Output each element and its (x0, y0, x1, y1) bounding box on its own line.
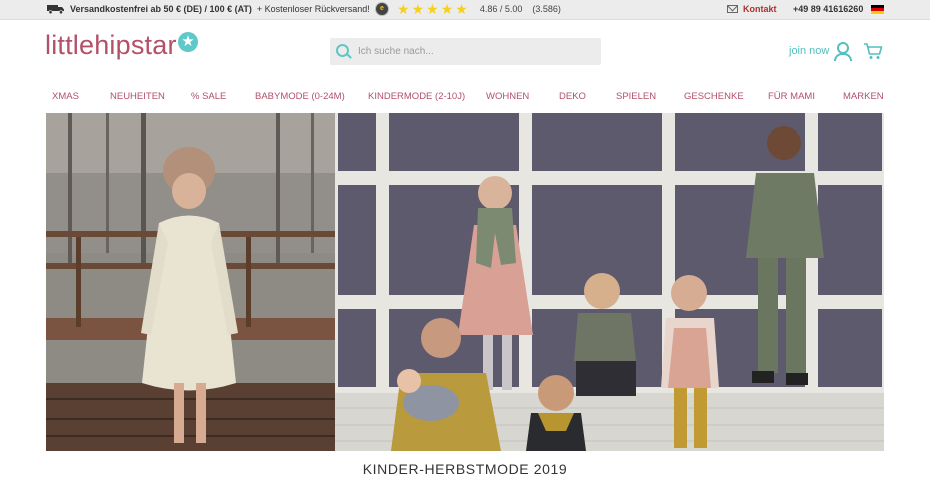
star-icon: ★ (411, 1, 425, 17)
shipping-free-text: Versandkostenfrei ab 50 € (DE) / 100 € (… (70, 4, 252, 14)
nav-item-kindermode[interactable]: KINDERMODE (2-10J) (368, 91, 465, 102)
nav-item-wohnen[interactable]: WOHNEN (486, 91, 529, 102)
star-icon: ★ (397, 1, 410, 17)
cart-icon[interactable] (863, 43, 883, 60)
flag-de-icon[interactable] (871, 5, 884, 14)
phone-number[interactable]: +49 89 41616260 (793, 4, 863, 14)
shop-rating[interactable]: e ★ ★ ★ ★ ★ 4.86 / 5.00 (3.586) (375, 2, 561, 16)
user-icon[interactable] (833, 42, 852, 61)
nav-item-babymode[interactable]: BABYMODE (0-24M) (255, 91, 345, 102)
search-bar[interactable] (330, 38, 601, 65)
rating-stars: ★ ★ ★ ★ ★ (397, 2, 468, 16)
truck-icon (47, 5, 64, 14)
nav-item-geschenke[interactable]: GESCHENKE (684, 91, 744, 102)
star-icon: ★ (440, 1, 454, 17)
nav-item-deko[interactable]: DEKO (559, 91, 586, 102)
star-icon: ★ (426, 1, 439, 17)
contact-link[interactable]: Kontakt (743, 4, 777, 14)
shipping-return-text: + Kostenloser Rückversand! (256, 4, 370, 14)
site-logo[interactable]: littlehipstar (45, 30, 177, 61)
hero-image[interactable] (46, 113, 884, 451)
mail-icon (727, 5, 738, 13)
contact-link-group[interactable]: Kontakt (727, 4, 777, 14)
rating-score: 4.86 / 5.00 (479, 4, 523, 14)
search-input[interactable] (356, 45, 590, 58)
nav-item-neuheiten[interactable]: NEUHEITEN (110, 91, 165, 102)
star-icon: ★ (455, 1, 468, 17)
nav-item-spielen[interactable]: SPIELEN (616, 91, 656, 102)
join-now-link[interactable]: join now (789, 45, 829, 57)
hero-caption[interactable]: KINDER-HERBSTMODE 2019 (0, 461, 930, 477)
rating-count: (3.586) (532, 4, 561, 14)
nav-item-marken[interactable]: MARKEN (843, 91, 884, 102)
nav-item-xmas[interactable]: XMAS (52, 91, 79, 102)
shipping-info: Versandkostenfrei ab 50 € (DE) / 100 € (… (47, 4, 370, 14)
trusted-seal-icon[interactable]: e (375, 2, 389, 16)
search-icon[interactable] (336, 43, 352, 60)
logo-star-icon: ★ (178, 32, 198, 52)
main-navigation: XMAS NEUHEITEN % SALE BABYMODE (0-24M) K… (0, 88, 930, 106)
nav-item-sale[interactable]: % SALE (191, 91, 226, 102)
hero-banner[interactable] (46, 113, 884, 451)
top-bar: Versandkostenfrei ab 50 € (DE) / 100 € (… (0, 0, 930, 20)
nav-item-fuer-mami[interactable]: FÜR MAMI (768, 91, 815, 102)
